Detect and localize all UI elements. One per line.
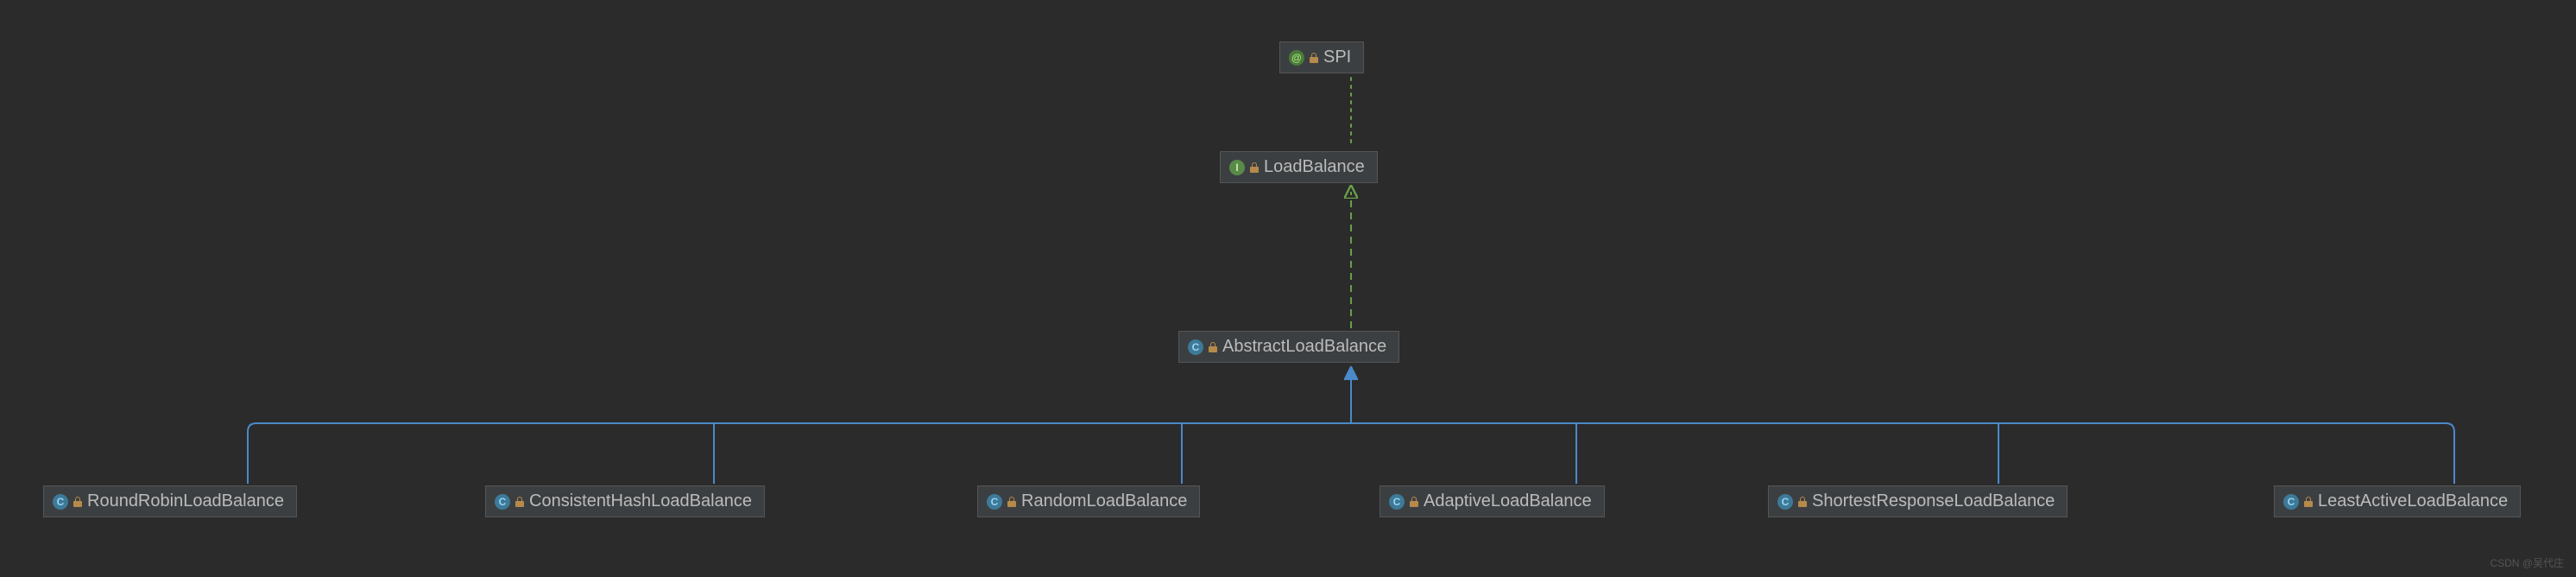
lock-icon — [1798, 497, 1807, 507]
node-spi[interactable]: @ SPI — [1279, 41, 1364, 73]
class-icon: C — [987, 494, 1002, 510]
class-icon: C — [53, 494, 68, 510]
lock-icon — [1209, 342, 1217, 352]
connector-lines — [0, 0, 2576, 577]
node-label: ShortestResponseLoadBalance — [1812, 491, 2055, 511]
class-icon: C — [495, 494, 510, 510]
node-label: AbstractLoadBalance — [1222, 337, 1386, 357]
node-label: RandomLoadBalance — [1021, 491, 1187, 511]
watermark: CSDN @吴代庄 — [2490, 555, 2564, 570]
node-label: SPI — [1323, 48, 1351, 67]
node-label: LoadBalance — [1264, 157, 1365, 177]
node-abstractloadbalance[interactable]: C AbstractLoadBalance — [1178, 331, 1399, 363]
lock-icon — [1310, 53, 1318, 63]
lock-icon — [73, 497, 82, 507]
annotation-icon: @ — [1289, 50, 1304, 66]
node-label: RoundRobinLoadBalance — [87, 491, 284, 511]
node-shortestresponseloadbalance[interactable]: C ShortestResponseLoadBalance — [1768, 485, 2068, 517]
lock-icon — [1250, 162, 1259, 173]
node-consistenthashloadbalance[interactable]: C ConsistentHashLoadBalance — [485, 485, 765, 517]
lock-icon — [515, 497, 524, 507]
node-leastactiveloadbalance[interactable]: C LeastActiveLoadBalance — [2274, 485, 2521, 517]
class-icon: C — [1389, 494, 1405, 510]
class-icon: C — [1188, 339, 1203, 355]
node-loadbalance[interactable]: I LoadBalance — [1220, 151, 1378, 183]
class-icon: C — [2283, 494, 2299, 510]
node-roundrobinloadbalance[interactable]: C RoundRobinLoadBalance — [43, 485, 297, 517]
node-label: ConsistentHashLoadBalance — [529, 491, 752, 511]
node-label: LeastActiveLoadBalance — [2318, 491, 2508, 511]
lock-icon — [1007, 497, 1016, 507]
class-icon: C — [1777, 494, 1793, 510]
interface-icon: I — [1229, 160, 1245, 175]
node-adaptiveloadbalance[interactable]: C AdaptiveLoadBalance — [1380, 485, 1605, 517]
lock-icon — [1410, 497, 1418, 507]
node-label: AdaptiveLoadBalance — [1424, 491, 1592, 511]
lock-icon — [2304, 497, 2313, 507]
node-randomloadbalance[interactable]: C RandomLoadBalance — [977, 485, 1200, 517]
